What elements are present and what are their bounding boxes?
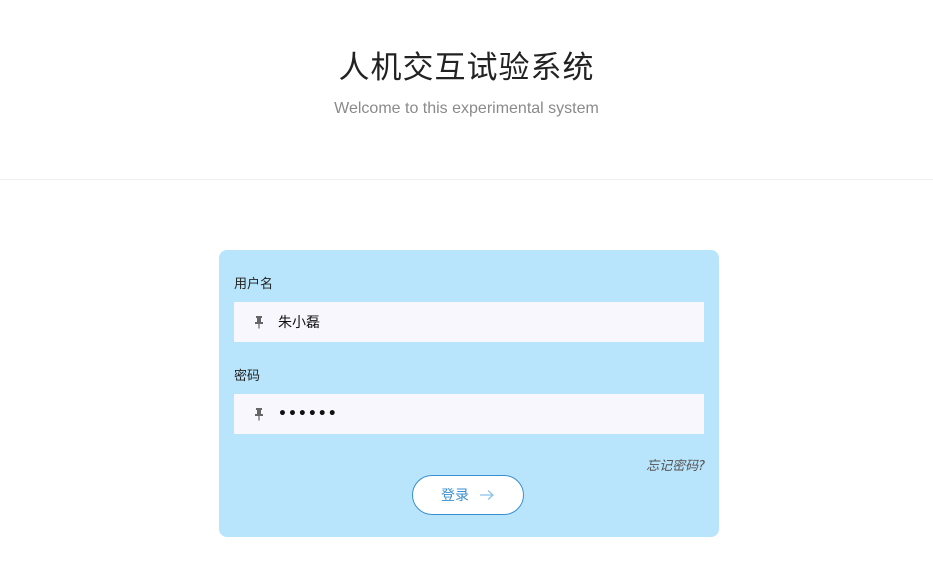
- arrow-right-icon: [479, 489, 495, 501]
- forgot-password-link[interactable]: 忘记密码?: [646, 455, 705, 474]
- pin-icon: [252, 315, 266, 329]
- username-label: 用户名: [234, 277, 274, 292]
- login-card: 用户名 朱小磊 密码 •••••• 忘记密码? 登录: [219, 250, 719, 537]
- page-title: 人机交互试验系统: [338, 50, 595, 86]
- login-button[interactable]: 登录: [412, 475, 524, 515]
- page-header: 人机交互试验系统 Welcome to this experimental sy…: [0, 0, 933, 180]
- username-field[interactable]: 朱小磊: [234, 302, 704, 342]
- page-subtitle: Welcome to this experimental system: [334, 100, 599, 117]
- password-field[interactable]: ••••••: [234, 394, 704, 434]
- login-button-label: 登录: [441, 488, 469, 504]
- login-page: 人机交互试验系统 Welcome to this experimental sy…: [0, 0, 933, 571]
- password-value: ••••••: [278, 406, 338, 422]
- password-label: 密码: [234, 369, 261, 384]
- pin-icon: [252, 407, 266, 421]
- username-value: 朱小磊: [278, 315, 320, 331]
